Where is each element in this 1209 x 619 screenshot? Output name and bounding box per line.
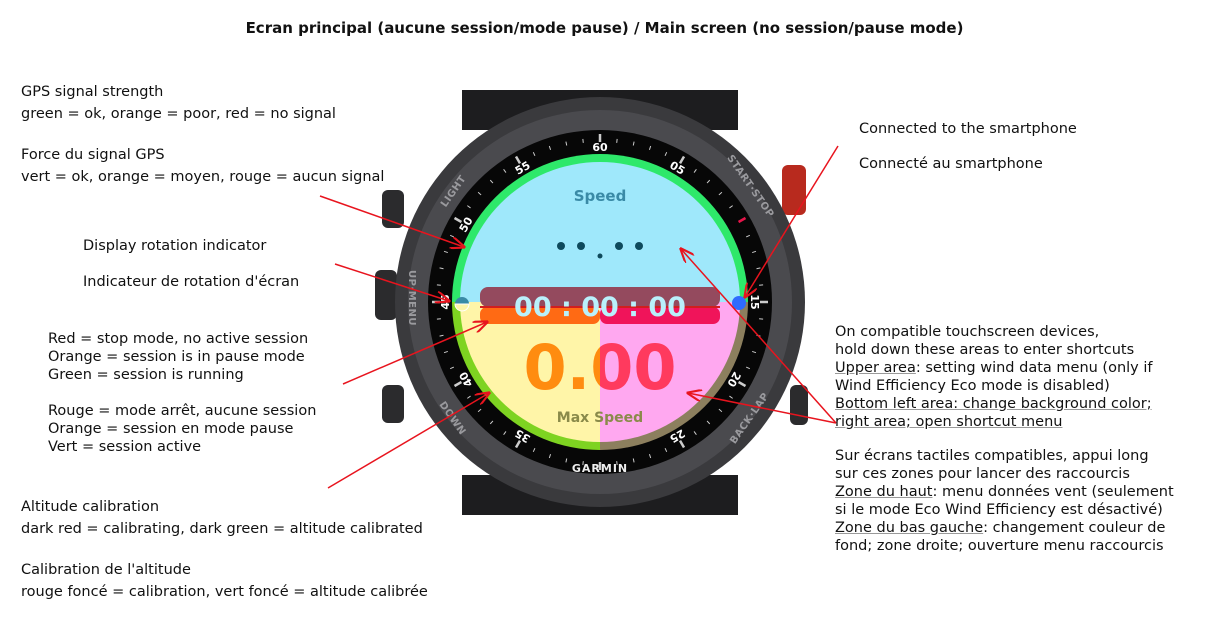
top-label: Speed	[574, 187, 627, 205]
altitude-note-en: Altitude calibration dark red = calibrati…	[21, 499, 423, 537]
bezel-number: 60	[592, 141, 608, 154]
start-stop-button[interactable]	[782, 165, 806, 215]
altitude-note-fr: Calibration de l'altitude rouge foncé = c…	[21, 562, 428, 600]
touch-note-fr: Sur écrans tactiles compatibles, appui l…	[835, 448, 1174, 554]
down-button[interactable]	[382, 385, 404, 423]
back-lap-button[interactable]	[790, 385, 808, 425]
touch-note-en: On compatible touchscreen devices, hold …	[835, 324, 1153, 430]
brand-logo: GARMIN	[572, 462, 628, 475]
session-note-fr: Rouge = mode arrêt, aucune session Orange…	[48, 403, 317, 455]
timer: 00 : 00 : 00	[514, 292, 686, 323]
gps-note-en: GPS signal strength green = ok, orange = …	[21, 84, 336, 122]
bezel-number: 45	[439, 294, 452, 309]
bottom-label: Max Speed	[557, 410, 643, 426]
rotation-note-fr: Indicateur de rotation d'écran	[83, 274, 300, 290]
phone-note-fr: Connecté au smartphone	[859, 156, 1043, 172]
page-title: Ecran principal (aucune session/mode pau…	[245, 19, 964, 37]
up-menu-button-label: UP·MENU	[406, 270, 417, 326]
bezel-number: 15	[748, 294, 761, 309]
phone-note-en: Connected to the smartphone	[859, 121, 1077, 137]
session-note-en: Red = stop mode, no active session Orange…	[48, 331, 309, 383]
rotation-note-en: Display rotation indicator	[83, 238, 267, 254]
gps-note-fr: Force du signal GPS vert = ok, orange = m…	[21, 147, 385, 185]
